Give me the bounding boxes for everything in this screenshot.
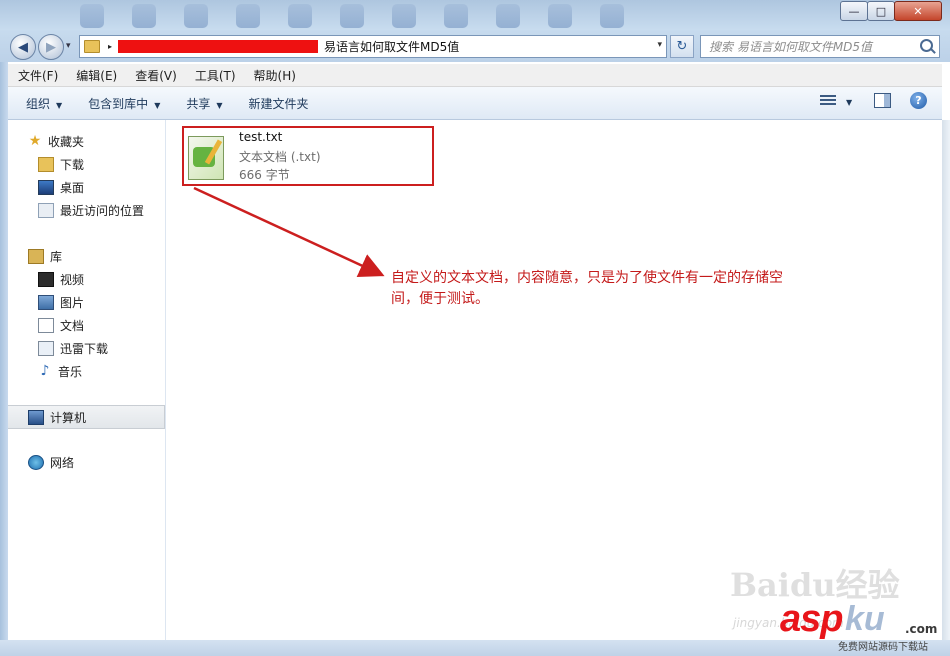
maximize-icon: □ (875, 4, 887, 18)
maximize-button[interactable]: □ (867, 1, 895, 21)
sidebar-item-label: 迅雷下载 (60, 341, 109, 356)
sidebar-item-computer[interactable]: 计算机 (8, 405, 165, 429)
preview-pane-icon[interactable] (874, 93, 891, 108)
computer-icon (28, 409, 44, 425)
close-icon: ✕ (913, 4, 923, 18)
sidebar-item-thunder-downloads[interactable]: 迅雷下载 (8, 337, 165, 359)
forward-button[interactable]: ▶ (38, 34, 64, 60)
asp-logo: asp (780, 598, 843, 640)
window-frame-right (942, 120, 950, 640)
thunder-download-icon (38, 340, 54, 356)
sidebar-item-label: 计算机 (50, 410, 87, 425)
address-bar[interactable]: ▸ 易语言如何取文件MD5值 ▾ (79, 35, 667, 58)
command-bar: 组织 ▼ 包含到库中 ▼ 共享 ▼ 新建文件夹 ▼ ? (8, 87, 942, 120)
sidebar-item-libraries[interactable]: 库 (8, 245, 165, 267)
sidebar-item-downloads[interactable]: 下载 (8, 153, 165, 175)
menu-help[interactable]: 帮助(H) (244, 67, 304, 84)
minimize-button[interactable]: — (840, 1, 868, 21)
documents-icon (38, 317, 54, 333)
sidebar-item-label: 下载 (60, 157, 85, 172)
include-in-library-label: 包含到库中 (88, 96, 149, 111)
chevron-down-icon: ▼ (56, 100, 63, 110)
refresh-button[interactable]: ↻ (670, 35, 694, 58)
recent-pages-dropdown[interactable]: ▾ (66, 41, 71, 51)
minimize-icon: — (848, 4, 860, 18)
menu-file[interactable]: 文件(F) (8, 67, 66, 84)
title-bar: — □ ✕ (0, 0, 950, 30)
navigation-pane: ★ 收藏夹 下载 桌面 最近访问的位置 库 视频 图片 文档 迅雷下载 ♪ 音乐… (8, 120, 166, 640)
sidebar-item-pictures[interactable]: 图片 (8, 291, 165, 313)
share-label: 共享 (186, 96, 211, 111)
chevron-down-icon: ▼ (154, 100, 161, 110)
downloads-folder-icon (38, 156, 54, 172)
menu-edit[interactable]: 编辑(E) (66, 67, 125, 84)
refresh-icon: ↻ (676, 39, 688, 54)
view-options-dropdown[interactable]: ▼ (846, 98, 852, 107)
video-icon (38, 271, 54, 287)
menu-bar: 文件(F) 编辑(E) 查看(V) 工具(T) 帮助(H) (8, 64, 942, 87)
address-row: ◀ ▶ ▾ ▸ 易语言如何取文件MD5值 ▾ ↻ (0, 30, 950, 62)
sidebar-item-label: 收藏夹 (48, 134, 85, 149)
star-icon: ★ (28, 132, 42, 149)
sidebar-item-label: 音乐 (58, 364, 83, 379)
menu-tools[interactable]: 工具(T) (185, 67, 244, 84)
sidebar-item-label: 文档 (60, 318, 85, 333)
pictures-icon (38, 294, 54, 310)
network-icon (28, 454, 44, 470)
recent-places-icon (38, 202, 54, 218)
share-button[interactable]: 共享 ▼ (186, 95, 222, 112)
sidebar-item-label: 最近访问的位置 (60, 203, 145, 218)
back-arrow-icon: ◀ (18, 39, 28, 55)
organize-label: 组织 (26, 96, 51, 111)
sidebar-item-label: 视频 (60, 272, 85, 287)
sidebar-item-favorites[interactable]: ★ 收藏夹 (8, 130, 165, 152)
library-icon (28, 248, 44, 264)
new-folder-button[interactable]: 新建文件夹 (249, 95, 309, 112)
organize-button[interactable]: 组织 ▼ (26, 95, 62, 112)
sidebar-item-music[interactable]: ♪ 音乐 (8, 360, 165, 382)
background-desktop-icons (80, 4, 700, 28)
back-button[interactable]: ◀ (10, 34, 36, 60)
search-icon[interactable] (920, 39, 933, 52)
redacted-path (118, 40, 319, 53)
annotation-text: 自定义的文本文档，内容随意，只是为了使文件有一定的存储空间，便于测试。 (391, 270, 783, 307)
address-dropdown-icon[interactable]: ▾ (657, 40, 662, 50)
sidebar-item-desktop[interactable]: 桌面 (8, 176, 165, 198)
sidebar-item-label: 图片 (60, 295, 85, 310)
music-note-icon: ♪ (40, 362, 50, 379)
sidebar-item-recent-places[interactable]: 最近访问的位置 (8, 199, 165, 221)
change-view-icon[interactable] (820, 93, 836, 107)
site-tagline: 免费网站源码下载站 (838, 642, 928, 653)
sidebar-item-label: 库 (50, 249, 63, 264)
sidebar-item-label: 网络 (50, 455, 75, 470)
ku-logo: ku (845, 600, 885, 638)
sidebar-item-network[interactable]: 网络 (8, 451, 165, 473)
breadcrumb-current-folder[interactable]: 易语言如何取文件MD5值 (324, 38, 459, 55)
window-frame-bottom (0, 640, 950, 656)
sidebar-item-videos[interactable]: 视频 (8, 268, 165, 290)
help-icon[interactable]: ? (910, 92, 927, 109)
chevron-down-icon: ▼ (216, 100, 223, 110)
search-input[interactable] (707, 38, 921, 55)
search-box[interactable] (700, 35, 940, 58)
forward-arrow-icon: ▶ (46, 39, 56, 55)
close-button[interactable]: ✕ (894, 1, 942, 21)
folder-icon (84, 40, 100, 53)
breadcrumb-chevron-icon[interactable]: ▸ (108, 42, 112, 51)
include-in-library-button[interactable]: 包含到库中 ▼ (88, 95, 160, 112)
menu-view[interactable]: 查看(V) (125, 67, 185, 84)
window-frame-left (0, 62, 8, 656)
com-logo: .com (905, 622, 938, 636)
sidebar-item-label: 桌面 (60, 180, 85, 195)
desktop-icon (38, 179, 54, 195)
sidebar-item-documents[interactable]: 文档 (8, 314, 165, 336)
